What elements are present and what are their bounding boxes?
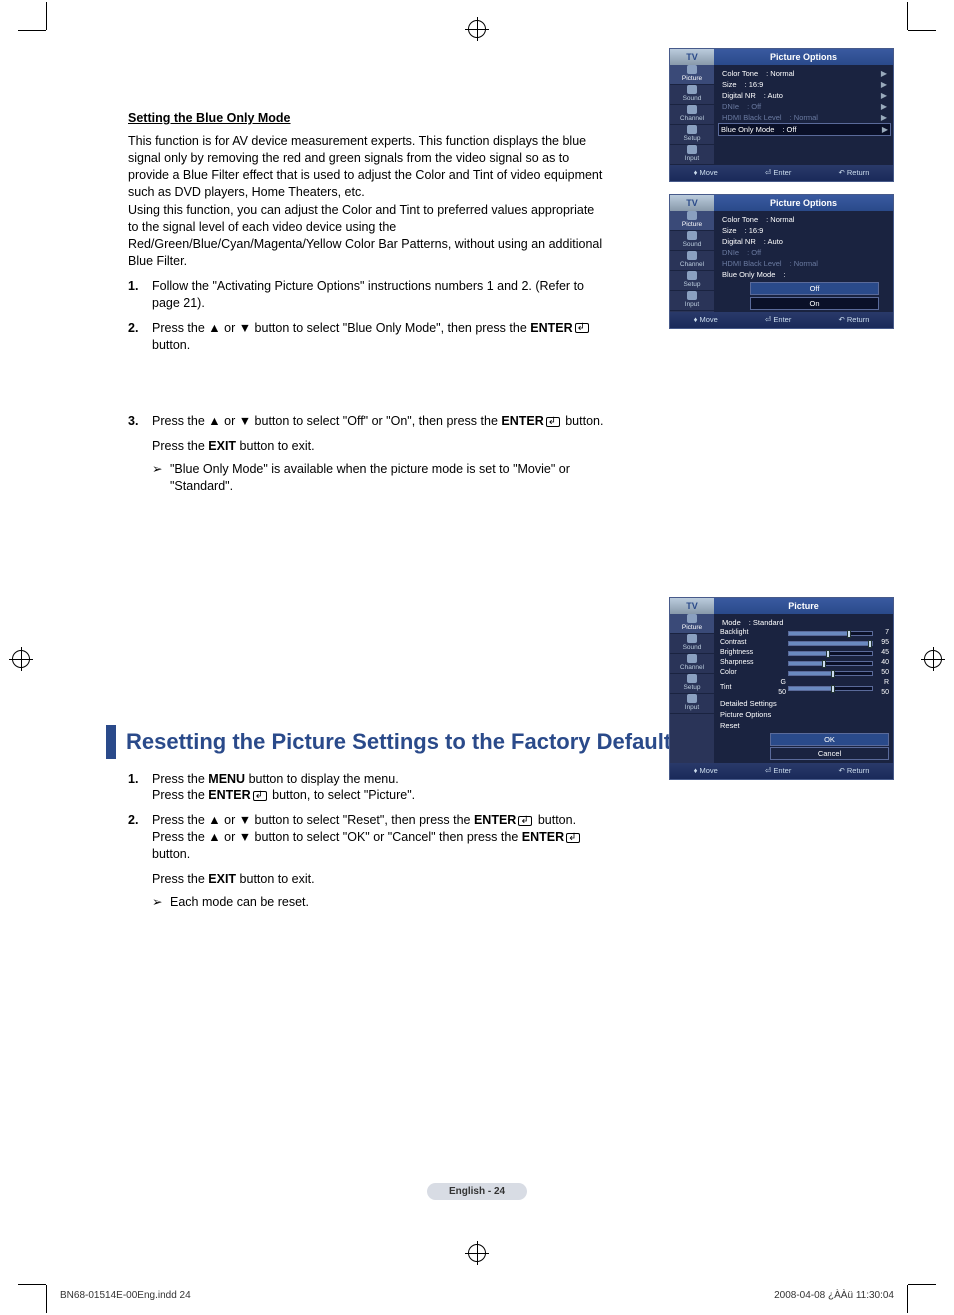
osd-footer: ♦ Move ⏎ Enter ↶ Return — [670, 165, 893, 181]
step-text: Press the ▲ or ▼ button to select "Blue … — [152, 320, 606, 354]
note-text: "Blue Only Mode" is available when the p… — [170, 461, 606, 495]
print-info: BN68-01514E-00Eng.indd 24 2008-04-08 ¿ÀÀ… — [60, 1290, 894, 1301]
osd-tab-input: Input — [670, 145, 714, 165]
osd-tv-label: TV — [670, 49, 714, 65]
registration-mark-icon — [12, 650, 30, 668]
registration-mark-icon — [468, 20, 486, 38]
body-text: This function is for AV device measureme… — [128, 133, 606, 201]
osd-screenshot: TV Picture Options Picture Sound Channel… — [669, 194, 894, 329]
enter-hint: ⏎ Enter — [765, 168, 791, 178]
osd-screenshot: TV Picture Options Picture Sound Channel… — [669, 48, 894, 182]
crop-mark — [907, 1285, 908, 1313]
step-number: 1. — [128, 278, 152, 312]
step-list: 1. Press the MENU button to display the … — [128, 771, 606, 911]
crop-mark — [908, 30, 936, 31]
enter-icon — [546, 417, 560, 427]
step-text: Follow the "Activating Picture Options" … — [152, 278, 606, 312]
step-text: Press the ▲ or ▼ button to select "Off" … — [152, 413, 606, 495]
crop-mark — [908, 1284, 936, 1285]
step-number: 2. — [128, 320, 152, 354]
enter-icon — [566, 833, 580, 843]
enter-icon — [253, 791, 267, 801]
file-name: BN68-01514E-00Eng.indd 24 — [60, 1290, 191, 1301]
osd-screenshot: TV Picture Picture Sound Channel Setup I… — [669, 597, 894, 780]
page-footer: English - 24 — [60, 1181, 894, 1200]
osd-sidebar: Picture Sound Channel Setup Input — [670, 65, 714, 165]
crop-mark — [18, 30, 46, 31]
osd-tab-channel: Channel — [670, 105, 714, 125]
note-arrow-icon: ➢ — [152, 894, 170, 911]
crop-mark — [46, 1285, 47, 1313]
body-text: Using this function, you can adjust the … — [128, 202, 606, 270]
return-hint: ↶ Return — [839, 168, 870, 178]
osd-tab-setup: Setup — [670, 125, 714, 145]
osd-tab-sound: Sound — [670, 85, 714, 105]
registration-mark-icon — [924, 650, 942, 668]
note-arrow-icon: ➢ — [152, 461, 170, 495]
page-number: English - 24 — [427, 1183, 527, 1200]
enter-icon — [518, 816, 532, 826]
step-list: 1. Follow the "Activating Picture Option… — [128, 278, 606, 495]
enter-icon — [575, 323, 589, 333]
move-hint: ♦ Move — [694, 168, 718, 178]
step-number: 3. — [128, 413, 152, 495]
osd-title: Picture Options — [714, 49, 893, 65]
crop-mark — [907, 2, 908, 30]
osd-tab-picture: Picture — [670, 65, 714, 85]
crop-mark — [18, 1284, 46, 1285]
crop-mark — [46, 2, 47, 30]
print-date: 2008-04-08 ¿ÀÀü 11:30:04 — [774, 1290, 894, 1301]
